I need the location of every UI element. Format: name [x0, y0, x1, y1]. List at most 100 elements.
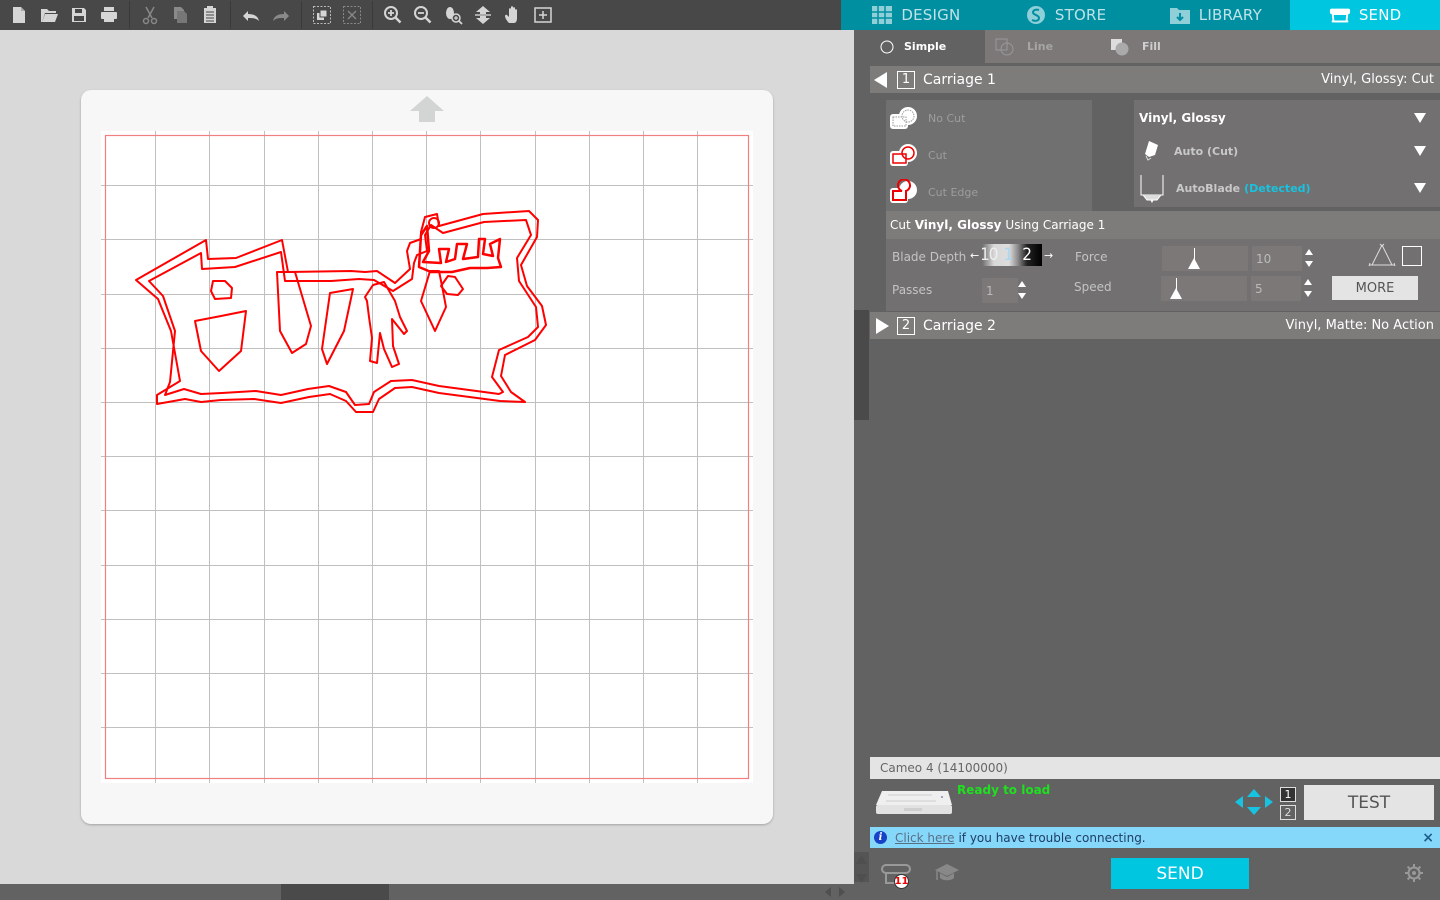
blade-dropdown[interactable]: AutoBlade (Detected) [1134, 170, 1440, 206]
passes-spinner[interactable] [1018, 280, 1026, 300]
tab-design[interactable]: DESIGN [841, 0, 991, 30]
mode-simple[interactable]: Simple [870, 30, 985, 63]
action-cut-edge[interactable]: Cut Edge [886, 174, 1092, 211]
carriage-2-number: 2 [897, 316, 915, 335]
force-slider[interactable] [1162, 246, 1248, 271]
vertical-scrollbar-thumb[interactable] [854, 310, 869, 420]
design-letter-f[interactable] [210, 280, 233, 300]
vertical-scroll-arrows[interactable] [854, 852, 869, 883]
action-cut-label: Cut [928, 149, 947, 162]
tutorial-graduation-cap-icon[interactable] [934, 862, 960, 884]
zoom-selection-button[interactable] [438, 1, 468, 29]
design-title-text[interactable] [417, 224, 503, 274]
design-canvas[interactable] [0, 30, 854, 884]
chevron-down-icon[interactable] [1414, 183, 1426, 193]
tool-offset-triangle-icon[interactable] [1368, 243, 1396, 269]
paste-clipboard-icon [204, 6, 216, 23]
new-file-button[interactable] [4, 1, 34, 29]
test-button[interactable]: TEST [1304, 785, 1434, 820]
design-letter-f-stem[interactable] [194, 310, 247, 372]
zoom-in-button[interactable] [378, 1, 408, 29]
carriage-1-status: Vinyl, Glossy: Cut [1321, 72, 1434, 87]
speed-label: Speed [1074, 280, 1112, 294]
horizontal-scroll-arrows[interactable] [822, 886, 850, 898]
undo-button[interactable] [236, 1, 266, 29]
device-name[interactable]: Cameo 4 (14100000) [870, 757, 1440, 779]
line-segment-overcut-checkbox[interactable] [1402, 246, 1422, 266]
open-file-button[interactable] [34, 1, 64, 29]
group-icon [313, 6, 331, 24]
zoom-fit-button[interactable] [528, 1, 558, 29]
click-here-link[interactable]: Click here [895, 831, 954, 845]
mode-fill[interactable]: Fill [1100, 30, 1240, 63]
design-letter-d[interactable] [420, 270, 447, 332]
library-machine-button[interactable]: 11 [880, 862, 914, 890]
mode-selector: Simple Line Fill [870, 30, 1440, 63]
blade-depth-dial[interactable]: 10 1 2 [982, 244, 1042, 266]
move-tool-arrows-icon[interactable] [1234, 788, 1274, 816]
expand-arrow-icon[interactable] [876, 317, 889, 334]
new-file-icon [13, 7, 25, 23]
carriage-select-1[interactable]: 1 [1280, 787, 1296, 802]
print-button[interactable] [94, 1, 124, 29]
chevron-down-icon[interactable] [1414, 113, 1426, 123]
chevron-down-icon[interactable] [1414, 146, 1426, 156]
copy-button[interactable] [165, 1, 195, 29]
passes-input[interactable]: 1 [982, 278, 1018, 303]
collapse-arrow-icon[interactable] [874, 71, 887, 88]
material-value: Vinyl, Glossy [1139, 111, 1226, 125]
fit-to-page-icon [475, 6, 491, 24]
speed-slider[interactable] [1161, 276, 1247, 301]
force-input[interactable]: 10 [1252, 246, 1302, 271]
design-figure[interactable] [364, 281, 408, 368]
toolbar-divider [129, 1, 130, 29]
action-no-cut[interactable]: No Cut [886, 100, 1092, 137]
action-cut[interactable]: Cut [886, 137, 1092, 174]
scroll-left-icon[interactable] [822, 886, 834, 898]
speed-input[interactable]: 5 [1251, 276, 1301, 301]
material-dropdown[interactable]: Vinyl, Glossy [1134, 100, 1440, 136]
cut-icon [890, 143, 917, 166]
horizontal-scrollbar-thumb[interactable] [281, 884, 389, 900]
tab-store[interactable]: STORE [991, 0, 1141, 30]
group-button[interactable] [307, 1, 337, 29]
design-letter-b[interactable] [440, 275, 464, 296]
zoom-out-button[interactable] [408, 1, 438, 29]
carriage-1-header[interactable]: 1 Carriage 1 Vinyl, Glossy: Cut [870, 66, 1440, 93]
pan-button[interactable] [498, 1, 528, 29]
design-artwork[interactable] [101, 131, 753, 783]
carriage-select-2[interactable]: 2 [1280, 805, 1296, 820]
paste-button[interactable] [195, 1, 225, 29]
passes-label: Passes [892, 283, 933, 297]
scroll-up-icon[interactable] [854, 852, 869, 867]
carriage-2-header[interactable]: 2 Carriage 2 Vinyl, Matte: No Action [870, 312, 1440, 339]
more-button[interactable]: MORE [1332, 276, 1418, 300]
design-letter-v[interactable] [321, 288, 354, 365]
vertical-scrollbar[interactable] [854, 30, 870, 884]
scroll-right-icon[interactable] [836, 886, 848, 898]
horizontal-scrollbar[interactable] [0, 884, 854, 900]
ungroup-button[interactable] [337, 1, 367, 29]
blade-depth-decrease-icon[interactable]: ← [970, 249, 979, 262]
tab-library[interactable]: LIBRARY [1141, 0, 1291, 30]
gear-icon[interactable] [1405, 864, 1423, 882]
cut-settings-title: Cut Vinyl, Glossy Using Carriage 1 [886, 211, 1440, 239]
mode-line[interactable]: Line [985, 30, 1100, 63]
send-button[interactable]: SEND [1111, 858, 1249, 889]
cut-button[interactable] [135, 1, 165, 29]
tab-send[interactable]: SEND [1290, 0, 1440, 30]
fit-to-page-button[interactable] [468, 1, 498, 29]
save-button[interactable] [64, 1, 94, 29]
radio-circle-icon [880, 40, 894, 53]
blade-depth-increase-icon[interactable]: → [1044, 249, 1053, 262]
design-letter-u[interactable] [276, 271, 312, 354]
tool-dropdown[interactable]: Auto (Cut) [1134, 133, 1440, 169]
toolbar-divider [372, 1, 373, 29]
speed-slider-knob[interactable] [1170, 288, 1182, 299]
redo-button[interactable] [266, 1, 296, 29]
force-slider-knob[interactable] [1188, 258, 1200, 269]
close-icon[interactable]: × [1422, 830, 1434, 846]
force-spinner[interactable] [1305, 248, 1313, 268]
speed-spinner[interactable] [1304, 278, 1312, 298]
action-cut-edge-label: Cut Edge [928, 186, 979, 199]
